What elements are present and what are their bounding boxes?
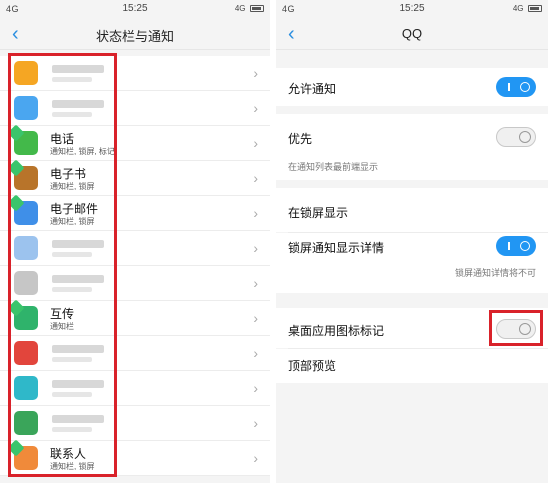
- app-row[interactable]: ›: [0, 56, 270, 91]
- blurred-app-status: [52, 427, 92, 432]
- lockscreen-detail-toggle[interactable]: [496, 236, 536, 256]
- right-phone-screen: 4G 15:25 4G ‹ QQ 允许通知 优先 在通知列表最前端显示 在锁屏显…: [276, 0, 548, 483]
- app-icon-green: [14, 411, 38, 435]
- chevron-right-icon: ›: [253, 170, 258, 186]
- blurred-app-name: [52, 100, 104, 108]
- app-icon-blue: [14, 96, 38, 120]
- app-icon-orange: [14, 61, 38, 85]
- app-row[interactable]: ›: [0, 336, 270, 371]
- chevron-right-icon: ›: [253, 380, 258, 396]
- status-bar: 4G 15:25 4G: [0, 0, 270, 18]
- network-indicator: 4G: [234, 4, 246, 14]
- chevron-right-icon: ›: [253, 415, 258, 431]
- app-icon-cyan: [14, 376, 38, 400]
- network-indicator: 4G: [512, 4, 524, 14]
- status-time: 15:25: [399, 3, 425, 14]
- app-row[interactable]: ›: [0, 266, 270, 301]
- chevron-right-icon: ›: [253, 450, 258, 466]
- status-bar: 4G 15:25 4G: [276, 0, 548, 18]
- title-bar: ‹ 状态栏与通知: [0, 18, 270, 50]
- app-row[interactable]: 联系人 通知栏, 锁屏 ›: [0, 439, 270, 476]
- lockscreen-show-label: 在锁屏显示: [288, 206, 349, 220]
- app-notification-list: › › 电话 通知栏, 锁屏, 标记 › 电子书 通知栏, 锁屏 › 电子邮件 通知栏, 锁屏 › ›…: [0, 56, 270, 476]
- title-bar: ‹ QQ: [276, 18, 548, 50]
- desktop-badge-toggle[interactable]: [496, 319, 536, 339]
- chevron-right-icon: ›: [253, 240, 258, 256]
- chevron-right-icon: ›: [253, 100, 258, 116]
- allow-notify-toggle[interactable]: [496, 77, 536, 97]
- app-row[interactable]: 电子邮件 通知栏, 锁屏 ›: [0, 194, 270, 231]
- blurred-app-name: [52, 240, 104, 248]
- app-row[interactable]: ›: [0, 231, 270, 266]
- app-name: 互传: [50, 307, 75, 321]
- desktop-badge-label: 桌面应用图标标记: [288, 324, 385, 338]
- page-title: QQ: [401, 26, 423, 41]
- app-icon-grey: [14, 271, 38, 295]
- status-right: 4G: [513, 3, 542, 13]
- blurred-app-name: [52, 65, 104, 73]
- map-icon: [14, 236, 38, 260]
- top-preview-row[interactable]: 顶部预览: [276, 349, 548, 383]
- status-right: 4G: [235, 3, 264, 13]
- blurred-app-name: [52, 380, 104, 388]
- app-notify-status: 通知栏, 锁屏: [50, 217, 95, 226]
- chevron-right-icon: ›: [253, 65, 258, 81]
- chevron-right-icon: ›: [253, 205, 258, 221]
- app-name: 联系人: [50, 447, 87, 461]
- priority-toggle[interactable]: [496, 127, 536, 147]
- blurred-app-status: [52, 357, 92, 362]
- battery-icon: [250, 5, 264, 13]
- lockscreen-detail-note: 锁屏通知详情将不可: [454, 268, 536, 278]
- news-icon: [14, 341, 38, 365]
- allow-notify-row[interactable]: 允许通知: [276, 68, 548, 106]
- section-divider: [276, 106, 548, 114]
- top-preview-label: 顶部预览: [288, 359, 337, 373]
- lockscreen-detail-label: 锁屏通知显示详情: [288, 241, 385, 255]
- battery-icon: [528, 5, 542, 13]
- app-notify-status: 通知栏, 锁屏: [50, 462, 95, 471]
- app-row[interactable]: 电话 通知栏, 锁屏, 标记 ›: [0, 124, 270, 161]
- app-row[interactable]: ›: [0, 371, 270, 406]
- left-phone-screen: 4G 15:25 4G ‹ 状态栏与通知 › › 电话 通知栏, 锁屏, 标记 › 电子书…: [0, 0, 270, 483]
- status-time: 15:25: [122, 3, 148, 14]
- app-notify-status: 通知栏, 锁屏: [50, 182, 95, 191]
- app-row[interactable]: ›: [0, 91, 270, 126]
- allow-notify-label: 允许通知: [288, 82, 337, 96]
- app-notify-status: 通知栏: [50, 322, 74, 331]
- empty-area: [276, 383, 548, 483]
- app-row[interactable]: 电子书 通知栏, 锁屏 ›: [0, 159, 270, 196]
- blurred-app-name: [52, 415, 104, 423]
- app-notify-status: 通知栏, 锁屏, 标记: [50, 147, 115, 156]
- blurred-app-status: [52, 392, 92, 397]
- app-name: 电子邮件: [50, 202, 99, 216]
- blurred-app-status: [52, 77, 92, 82]
- lockscreen-detail-row[interactable]: 锁屏通知显示详情 锁屏通知详情将不可: [276, 233, 548, 293]
- chevron-right-icon: ›: [253, 310, 258, 326]
- chevron-right-icon: ›: [253, 275, 258, 291]
- chevron-right-icon: ›: [253, 135, 258, 151]
- page-title: 状态栏与通知: [95, 29, 174, 44]
- app-row[interactable]: 互传 通知栏 ›: [0, 299, 270, 336]
- app-name: 电子书: [50, 167, 87, 181]
- desktop-badge-row[interactable]: 桌面应用图标标记: [276, 308, 548, 348]
- app-name: 电话: [50, 132, 75, 146]
- section-divider: [276, 180, 548, 188]
- blurred-app-status: [52, 252, 92, 257]
- section-divider: [276, 293, 548, 308]
- blurred-app-name: [52, 345, 104, 353]
- lockscreen-show-row[interactable]: 在锁屏显示: [276, 188, 548, 232]
- blurred-app-status: [52, 112, 92, 117]
- priority-row[interactable]: 优先 在通知列表最前端显示: [276, 114, 548, 180]
- blurred-app-name: [52, 275, 104, 283]
- app-row[interactable]: ›: [0, 406, 270, 441]
- chevron-right-icon: ›: [253, 345, 258, 361]
- priority-label: 优先: [288, 132, 313, 146]
- blurred-app-status: [52, 287, 92, 292]
- priority-note: 在通知列表最前端显示: [288, 162, 379, 172]
